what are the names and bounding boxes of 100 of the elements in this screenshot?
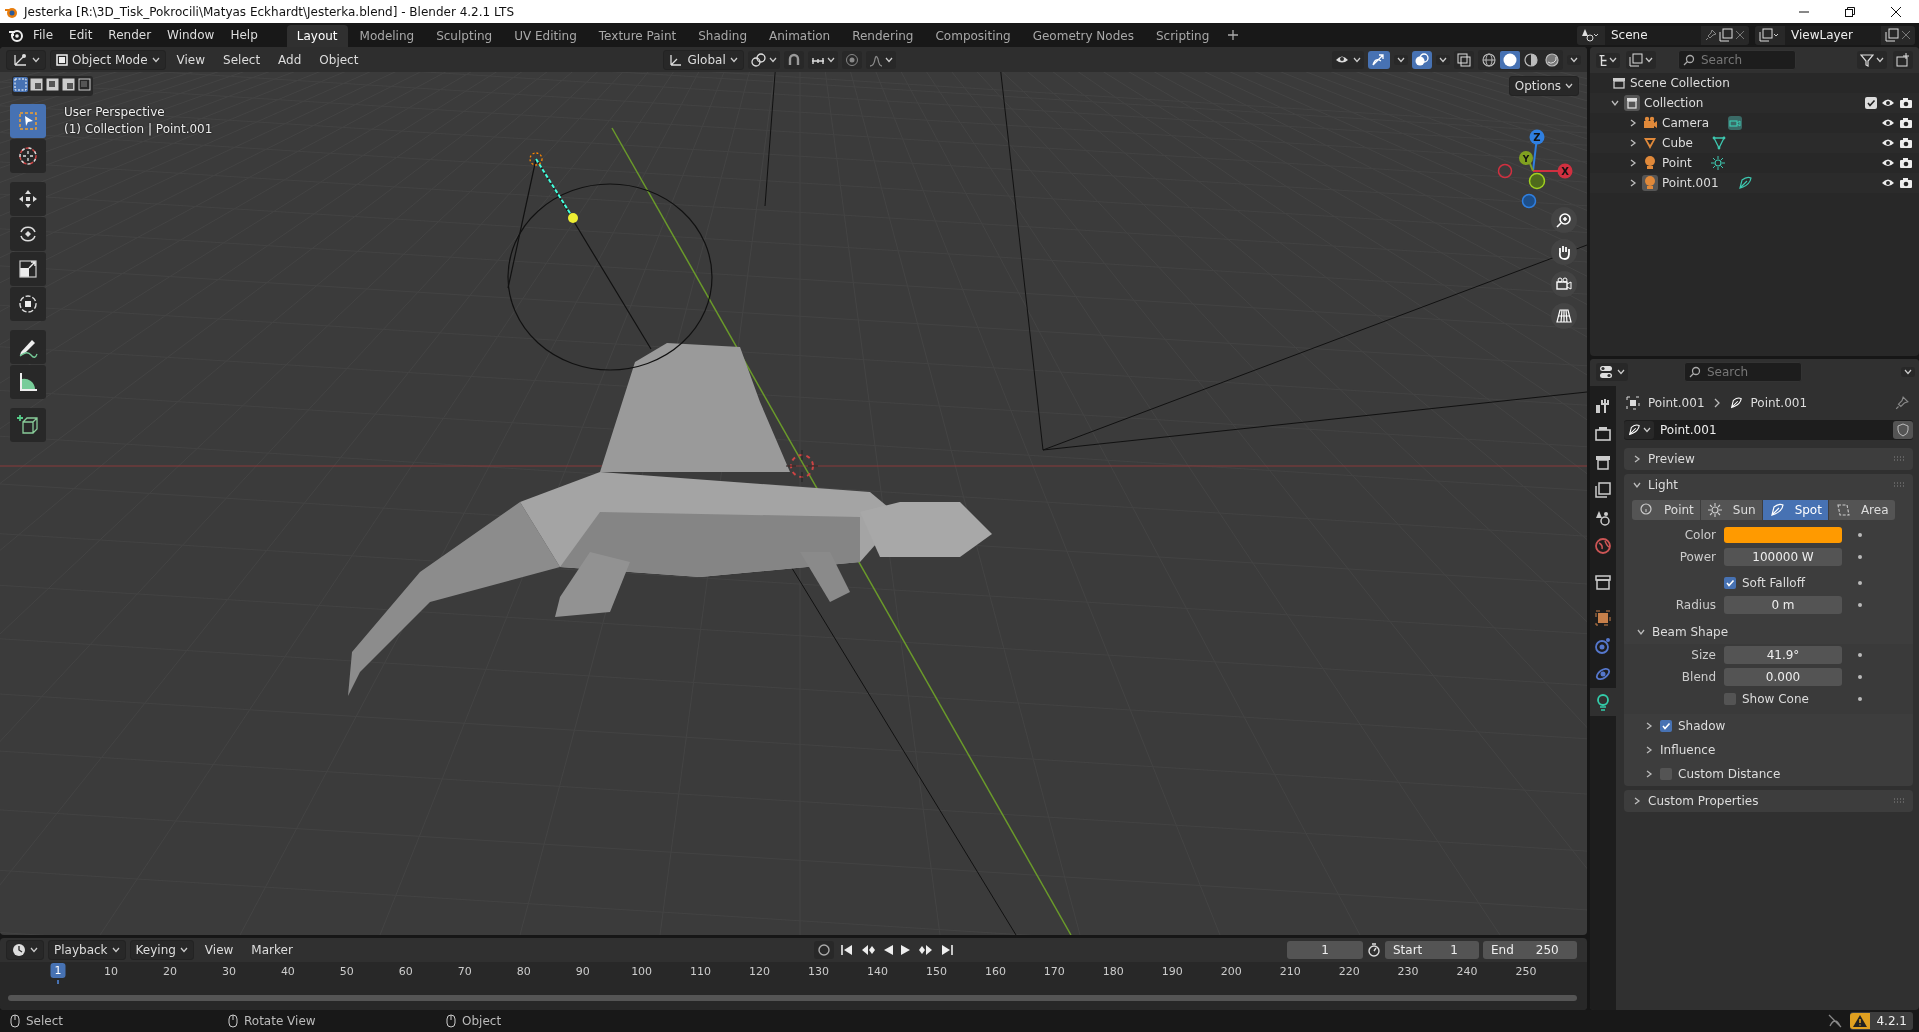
search-field[interactable]: Search — [1684, 362, 1802, 382]
shading-solid-button[interactable] — [1500, 50, 1520, 69]
gizmo-dropdown[interactable] — [1394, 54, 1408, 65]
eye-icon[interactable] — [1881, 137, 1895, 149]
mesh-data-icon[interactable] — [1711, 135, 1727, 151]
drag-handle-icon[interactable] — [1892, 798, 1905, 804]
menu-item[interactable]: View — [169, 49, 213, 70]
new-collection-button[interactable] — [1893, 51, 1913, 69]
workspace-tab[interactable]: UV Editing — [504, 25, 587, 47]
checkbox[interactable] — [1724, 693, 1736, 705]
keyframe-dot[interactable] — [1858, 675, 1862, 679]
add-cube-tool-button[interactable] — [10, 408, 46, 442]
panel-header[interactable]: Preview — [1624, 448, 1913, 470]
scene-selector[interactable]: Scene — [1577, 25, 1749, 45]
menu-item[interactable]: Select — [216, 49, 268, 70]
measure-tool-button[interactable] — [10, 365, 46, 399]
menu-item[interactable]: File — [26, 25, 61, 45]
menu-item[interactable]: Edit — [62, 25, 100, 45]
perspective-toggle-button[interactable] — [1551, 303, 1577, 329]
datablock-field[interactable]: Point.001 — [1624, 420, 1913, 440]
axis-handle-icon[interactable] — [1529, 129, 1545, 145]
axis-handle-icon[interactable] — [1557, 163, 1573, 179]
shading-dropdown[interactable] — [1567, 54, 1581, 65]
light-tab[interactable] — [1590, 688, 1616, 716]
pan-button[interactable] — [1551, 239, 1577, 265]
subpanel-header[interactable]: Custom Distance — [1624, 762, 1913, 786]
workspace-tab[interactable]: Compositing — [925, 25, 1021, 47]
jump-end-icon[interactable] — [939, 944, 954, 956]
end-frame-field[interactable]: End 250 — [1483, 941, 1577, 959]
camera-data-icon[interactable] — [1727, 115, 1744, 131]
menu-item[interactable]: Window — [160, 25, 222, 45]
camera-icon[interactable] — [1899, 117, 1913, 129]
view-layer-selector[interactable]: ViewLayer — [1755, 25, 1915, 45]
power-field[interactable]: 100000 W — [1724, 548, 1842, 566]
workspace-tab[interactable]: Shading — [688, 25, 757, 47]
play-icon[interactable] — [899, 944, 912, 956]
menu-item[interactable]: Object — [312, 49, 366, 70]
menu-item[interactable]: View — [197, 940, 241, 960]
mode-dropdown[interactable]: Object Mode — [50, 49, 166, 70]
cursor-tool-button[interactable] — [10, 139, 46, 173]
snap-toggle[interactable] — [783, 50, 804, 69]
tree-item-label[interactable]: Point — [1662, 156, 1692, 170]
workspace-tab[interactable]: Geometry Nodes — [1022, 25, 1144, 47]
tree-item-label[interactable]: Camera — [1662, 116, 1710, 130]
panel-header[interactable]: Custom Properties — [1624, 790, 1913, 812]
chevron-right-icon[interactable] — [1632, 454, 1642, 464]
move-tool-button[interactable] — [10, 182, 46, 216]
chevron-down-icon[interactable] — [1632, 480, 1642, 490]
eye-icon[interactable] — [1881, 177, 1895, 189]
display-mode-dropdown[interactable] — [1596, 52, 1620, 68]
scrollbar[interactable] — [8, 995, 1577, 1001]
size-field[interactable]: 41.9° — [1724, 646, 1842, 664]
menu-item[interactable]: Help — [223, 25, 265, 45]
camera-icon[interactable] — [1899, 137, 1913, 149]
spotlight-icon[interactable] — [1736, 175, 1753, 191]
stopwatch-icon[interactable] — [1367, 943, 1381, 957]
panel-header[interactable]: Light — [1624, 474, 1913, 496]
checkbox[interactable] — [1660, 720, 1672, 732]
tree-item-label[interactable]: Cube — [1662, 136, 1693, 150]
annotate-tool-button[interactable] — [10, 330, 46, 364]
sun-icon[interactable] — [1709, 155, 1726, 171]
workspace-tab[interactable]: Scripting — [1145, 25, 1220, 47]
falloff-dropdown[interactable] — [865, 50, 896, 69]
workspace-tab[interactable]: Texture Paint — [588, 25, 687, 47]
plus-icon[interactable] — [1227, 29, 1240, 41]
orientation-dropdown[interactable]: Global — [663, 49, 744, 70]
chevron-right-icon[interactable] — [1628, 178, 1638, 188]
workspace-tab[interactable]: Rendering — [842, 25, 924, 47]
current-frame-marker[interactable]: 1 — [50, 963, 66, 978]
blender-logo-icon[interactable] — [8, 27, 24, 43]
keyframe-dot[interactable] — [1858, 603, 1862, 607]
workspace-tab[interactable]: Animation — [759, 25, 841, 47]
chevron-down-icon[interactable] — [1610, 98, 1620, 108]
subpanel-header[interactable]: Beam Shape — [1624, 620, 1913, 644]
shading-material-button[interactable] — [1521, 50, 1541, 69]
scale-tool-button[interactable] — [10, 252, 46, 286]
pin-icon[interactable] — [1894, 396, 1909, 410]
zoom-button[interactable] — [1551, 207, 1577, 233]
selection-mode-button[interactable] — [45, 77, 60, 92]
auto-keying-toggle[interactable] — [813, 941, 834, 959]
light-type-button[interactable]: Spot — [1762, 500, 1828, 520]
xray-toggle[interactable] — [1454, 50, 1474, 69]
chevron-right-icon[interactable] — [1644, 745, 1654, 755]
options-dropdown[interactable]: Options — [1508, 76, 1579, 96]
chevron-down-icon[interactable] — [1636, 627, 1646, 637]
keyframe-dot[interactable] — [1858, 555, 1862, 559]
chevron-right-icon[interactable] — [1644, 721, 1654, 731]
axis-handle-icon[interactable] — [1497, 163, 1513, 179]
tree-item-label[interactable]: Point.001 — [1662, 176, 1719, 190]
jump-start-icon[interactable] — [839, 944, 854, 956]
keyframe-dot[interactable] — [1858, 533, 1862, 537]
blend-field[interactable]: 0.000 — [1724, 668, 1842, 686]
overlays-toggle[interactable] — [1412, 50, 1432, 69]
eye-icon[interactable] — [1881, 117, 1895, 129]
search-field[interactable]: Search — [1678, 50, 1796, 70]
editor-type-dropdown[interactable] — [6, 940, 44, 960]
next-keyframe-icon[interactable] — [917, 944, 934, 956]
shading-rendered-button[interactable] — [1542, 50, 1562, 69]
proportional-edit-toggle[interactable] — [841, 50, 862, 69]
gizmo-toggle[interactable] — [1368, 50, 1390, 69]
